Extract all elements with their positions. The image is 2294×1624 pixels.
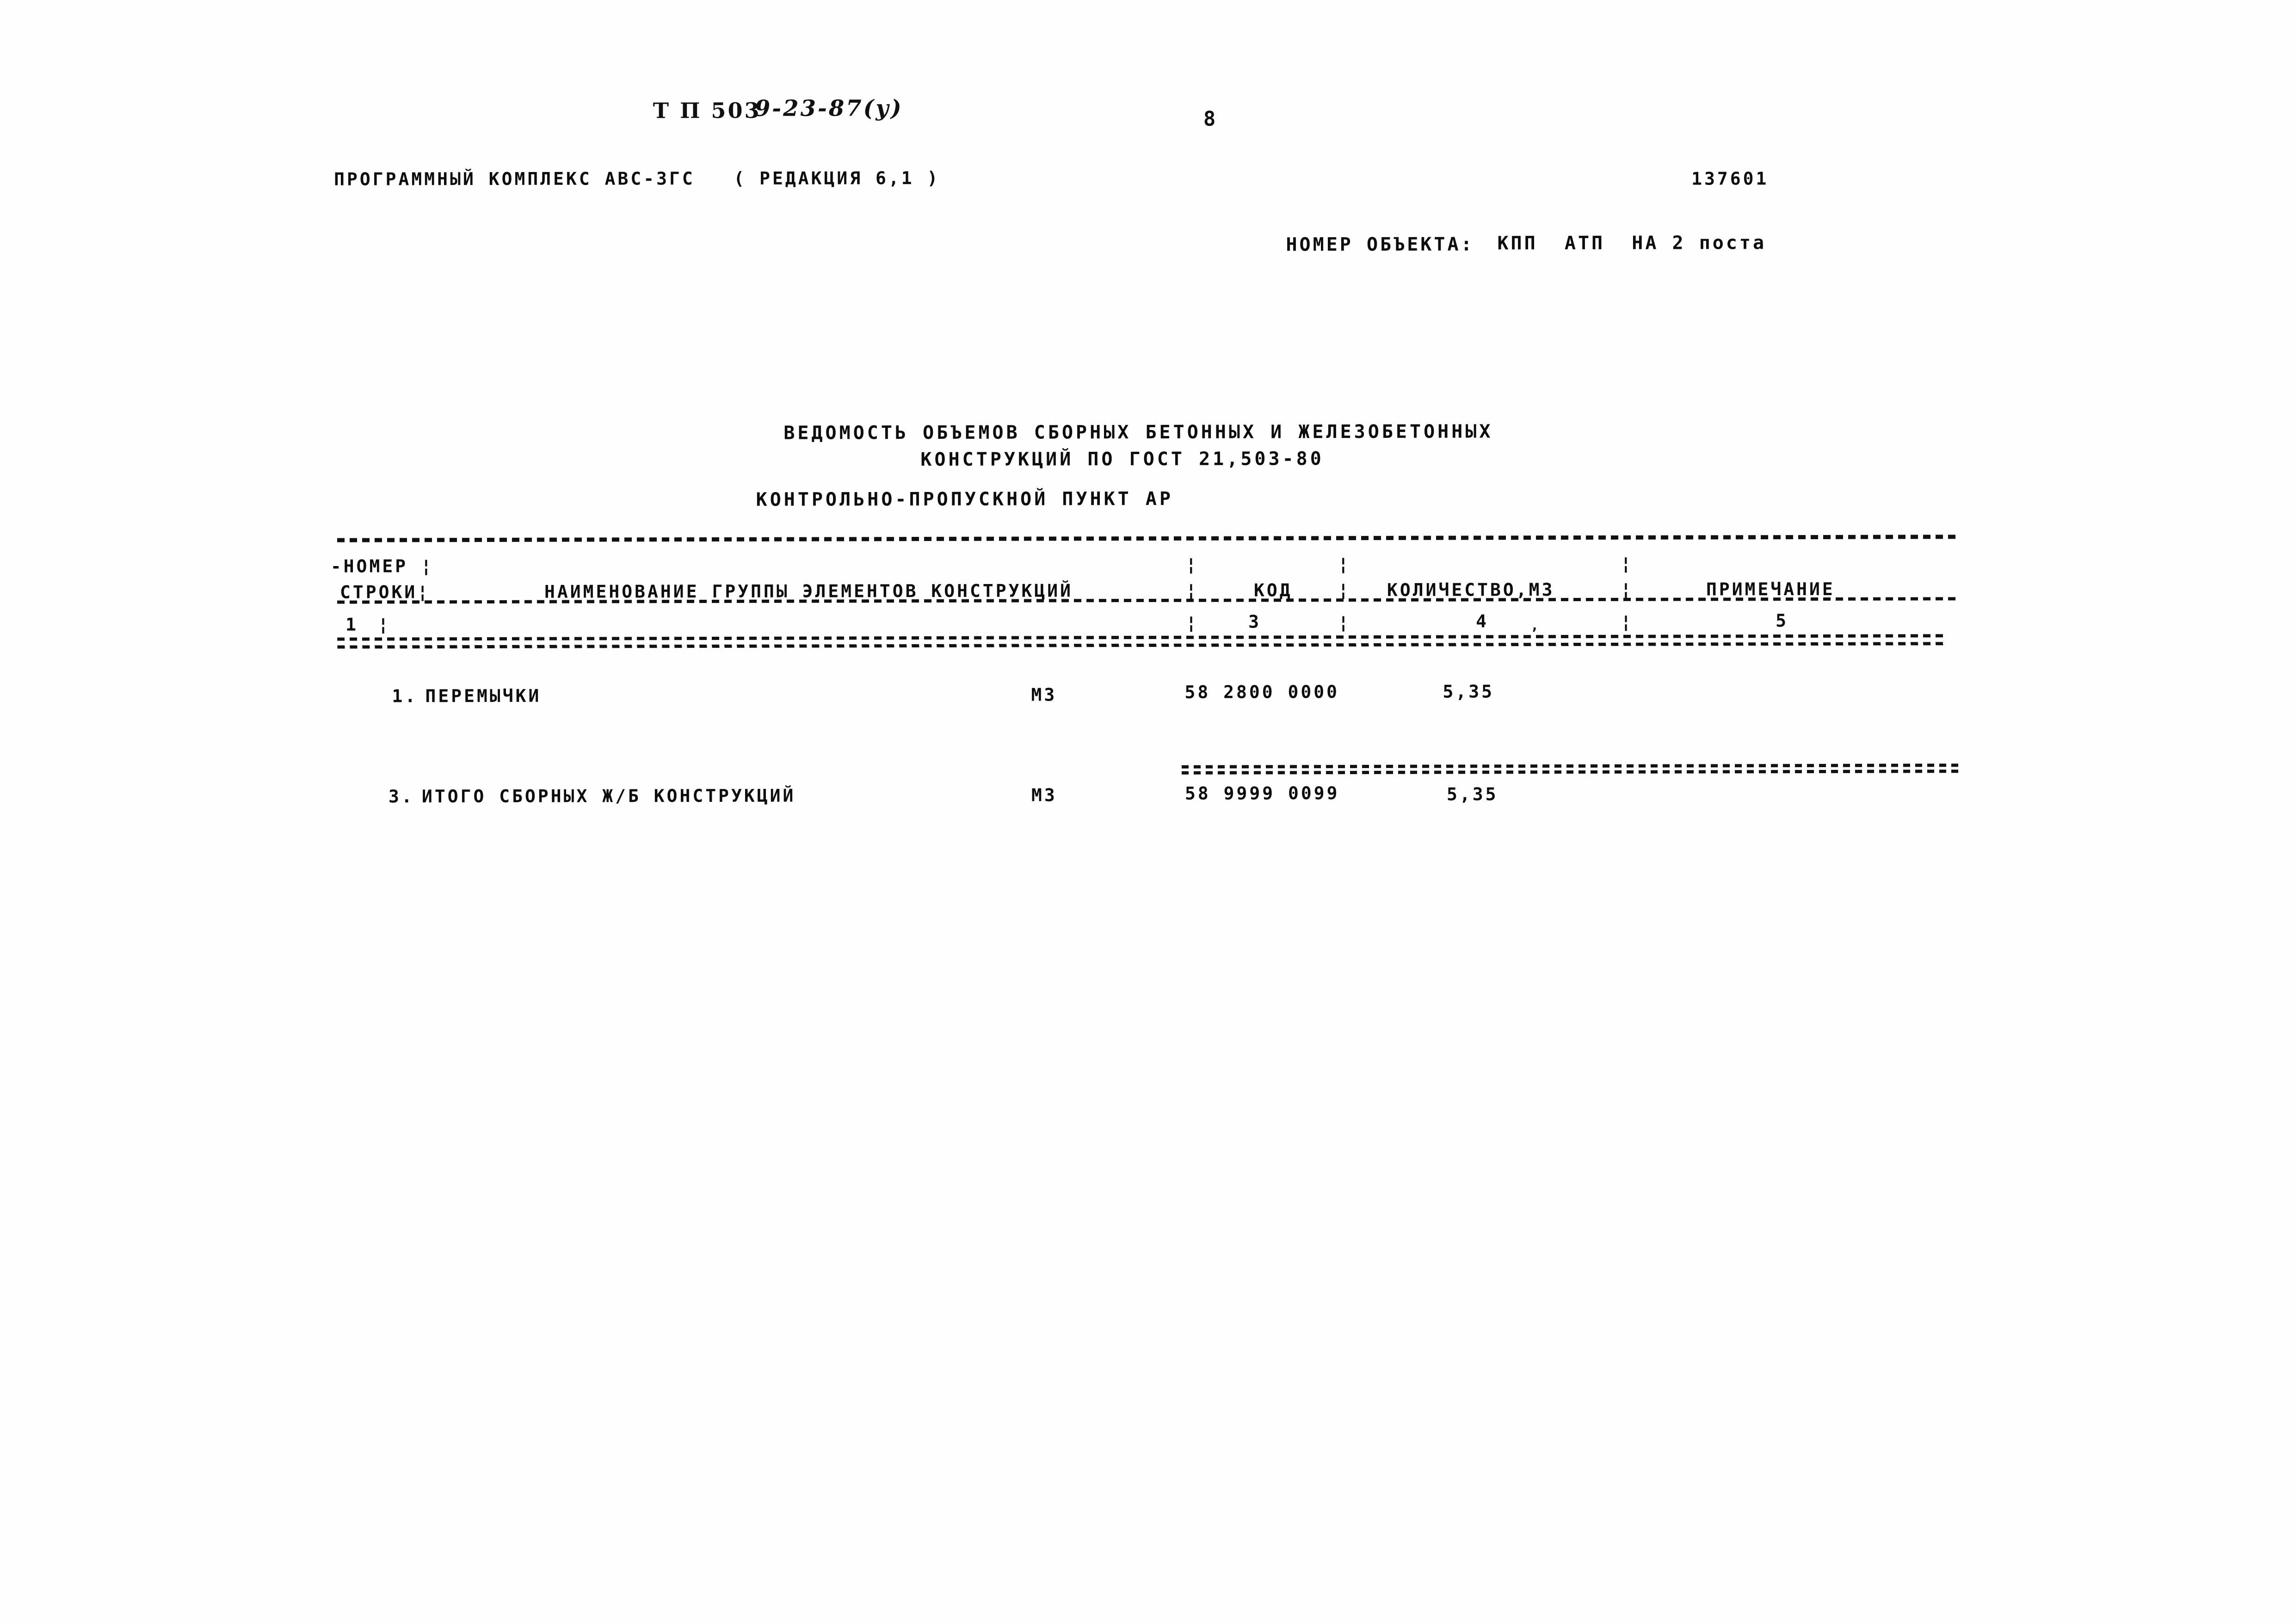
table-header-quantity: КОЛИЧЕСТВО,М3	[1387, 579, 1555, 600]
table-row-1-quantity: 5,35	[1443, 681, 1495, 702]
table-rule-top	[337, 535, 1961, 542]
table-rule-under-column-numbers-2	[337, 642, 1947, 649]
document-page: Т П 503 9-23-87(у) 8 ПРОГРАММНЫЙ КОМПЛЕК…	[0, 0, 2294, 1622]
table-column-number-1: 1	[345, 614, 359, 635]
table-column-number-3: 3	[1248, 611, 1262, 632]
table-row-1-unit: М3	[1031, 684, 1057, 705]
table-row-1-code: 58 2800 0000	[1184, 682, 1340, 702]
object-number-label: НОМЕР ОБЪЕКТА:	[1286, 234, 1474, 256]
drawing-code-prefix: Т П 503	[653, 98, 761, 123]
table-totals-separator-line-bottom	[1181, 769, 1959, 775]
table-header-row-number-line1: -НОМЕР ¦	[330, 556, 434, 577]
table-header-row-number-line2: СТРОКИ¦	[339, 582, 431, 603]
table-row-2-quantity: 5,35	[1446, 784, 1498, 805]
table-header-separator-3b: ¦	[1620, 579, 1634, 600]
table-row-1-line-number: 1.	[392, 686, 418, 707]
page-number: 8	[1203, 107, 1216, 131]
table-header-code: КОД	[1253, 580, 1293, 601]
table-header-separator-2b: ¦	[1338, 580, 1351, 601]
table-column-number-1-separator: ¦	[378, 614, 391, 635]
table-header-element-group-name: НАИМЕНОВАНИЕ ГРУППЫ ЭЛЕМЕНТОВ КОНСТРУКЦИ…	[544, 580, 1073, 602]
table-row-2-line-number: 3.	[388, 786, 414, 807]
table-header-separator-2: ¦	[1338, 554, 1351, 575]
drawing-code-suffix: 9-23-87(у)	[754, 95, 903, 122]
table-row-1-name: ПЕРЕМЫЧКИ	[425, 685, 542, 707]
document-number: 137601	[1691, 168, 1769, 189]
table-header-separator-1: ¦	[1185, 554, 1199, 575]
table-column-number-5: 5	[1776, 610, 1789, 631]
table-header-separator-3: ¦	[1620, 553, 1634, 574]
drawing-code-annotation: Т П 503	[653, 98, 761, 123]
table-row-2-name: ИТОГО СБОРНЫХ Ж/Б КОНСТРУКЦИЙ	[421, 785, 796, 807]
table-column-number-separator-b: ¦	[1338, 612, 1351, 633]
object-number-value: КПП АТП НА 2 поста	[1497, 232, 1767, 254]
report-title-line-2: КОНСТРУКЦИЙ ПО ГОСТ 21,503-80	[920, 448, 1324, 471]
table-header-separator-1b: ¦	[1185, 580, 1199, 601]
report-subtitle: КОНТРОЛЬНО-ПРОПУСКНОЙ ПУНКТ АР	[756, 488, 1174, 511]
table-column-number-comma: ,	[1530, 617, 1542, 634]
table-column-number-separator-a: ¦	[1186, 612, 1199, 633]
table-row-2-unit: М3	[1031, 785, 1057, 806]
table-totals-separator-line-top	[1181, 763, 1959, 769]
table-column-number-separator-c: ¦	[1621, 611, 1634, 632]
table-rule-under-column-numbers	[337, 634, 1947, 641]
table-column-number-4: 4	[1476, 611, 1489, 632]
table-header-note: ПРИМЕЧАНИЕ	[1706, 578, 1835, 600]
report-title-line-1: ВЕДОМОСТЬ ОБЪЕМОВ СБОРНЫХ БЕТОННЫХ И ЖЕЛ…	[783, 421, 1493, 444]
table-row-2-code: 58 9999 0099	[1184, 783, 1340, 804]
software-complex-line: ПРОГРАММНЫЙ КОМПЛЕКС АВС-ЗГС ( РЕДАКЦИЯ …	[334, 167, 940, 190]
